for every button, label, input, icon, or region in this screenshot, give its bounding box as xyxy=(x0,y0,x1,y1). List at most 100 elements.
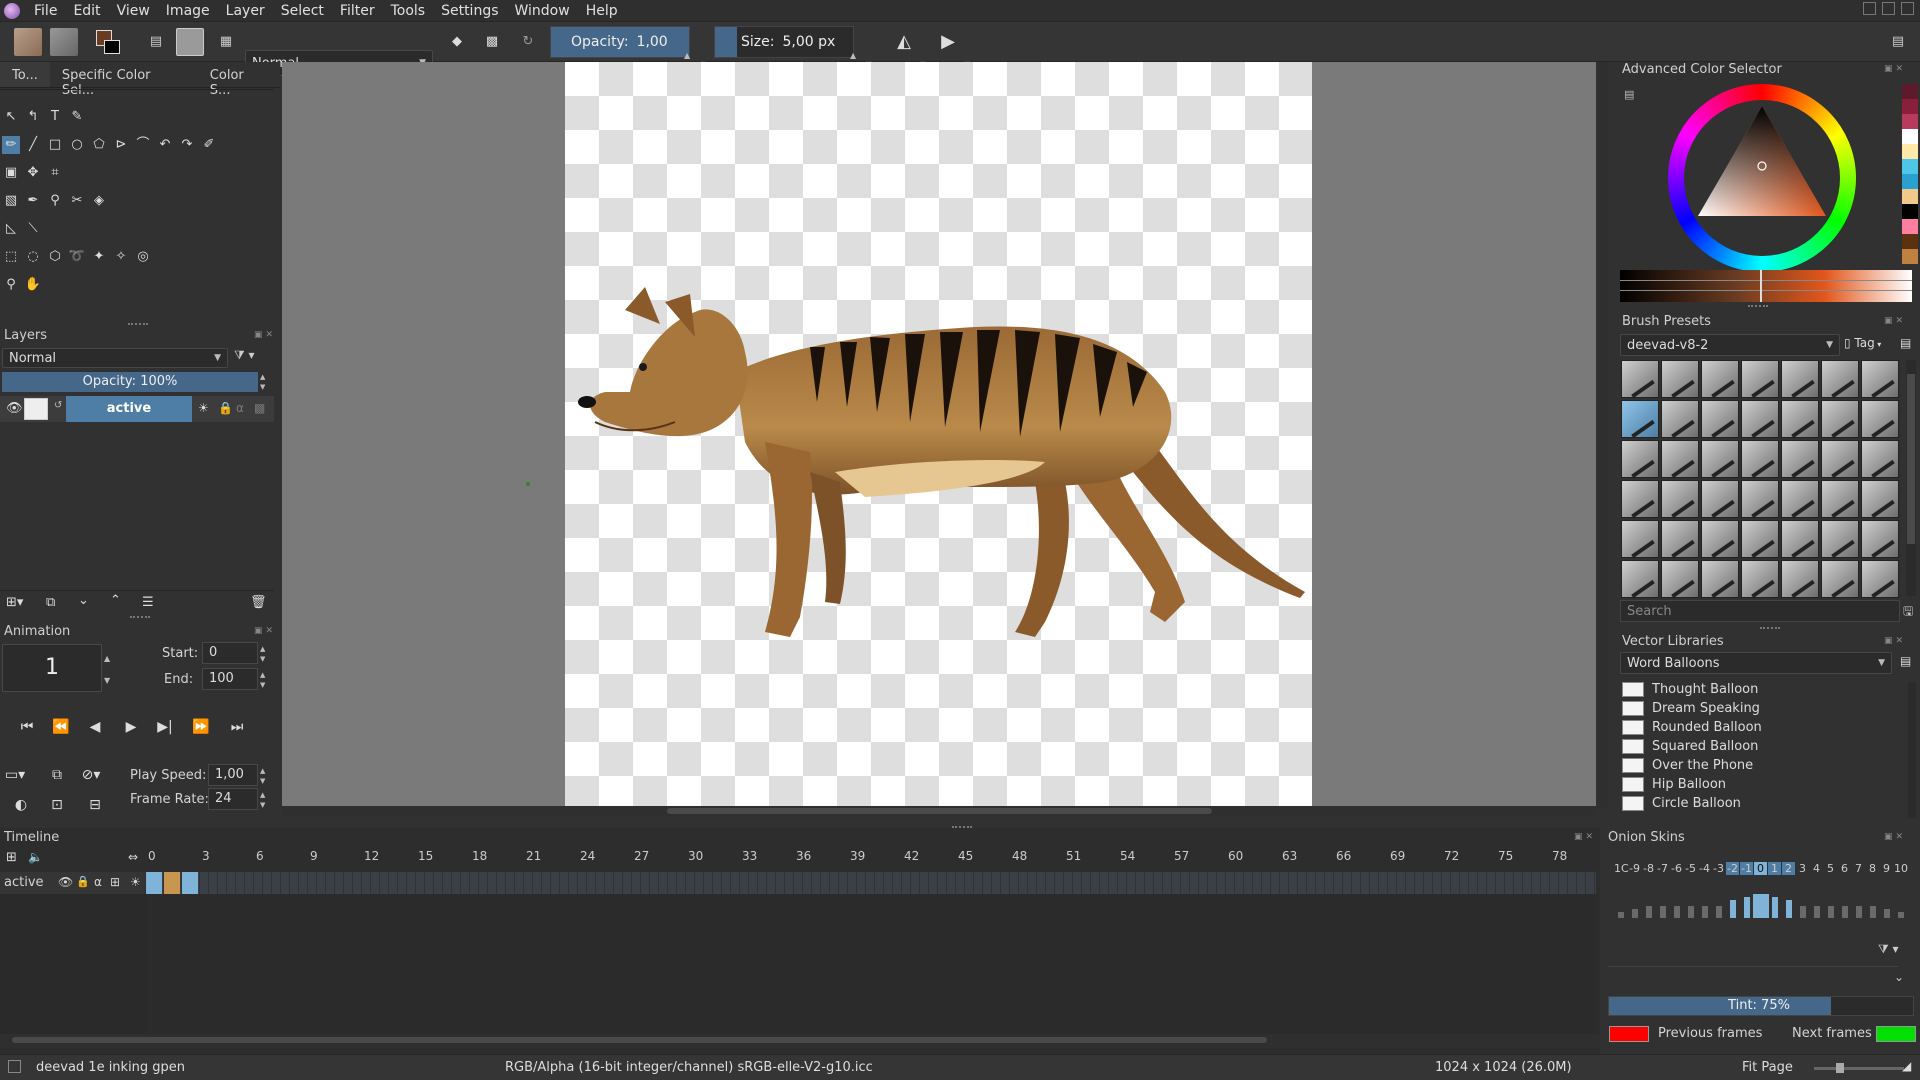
onion-frame-number[interactable]: -1 xyxy=(1740,862,1753,875)
dock-float-close-icon[interactable]: ▣✕ xyxy=(254,330,276,340)
visibility-eye-icon[interactable]: 👁 xyxy=(58,875,73,889)
brush-preset-thumb[interactable] xyxy=(1781,400,1819,438)
multibrush-tool-icon[interactable]: ✐ xyxy=(200,136,218,154)
tab-specific-color-selector[interactable]: Specific Color Sel... xyxy=(50,62,198,98)
brush-preset-thumb[interactable] xyxy=(1621,400,1659,438)
vector-item[interactable]: Squared Balloon xyxy=(1622,737,1902,756)
brush-preset-thumb[interactable] xyxy=(1621,480,1659,518)
keyframe-2[interactable] xyxy=(182,872,198,894)
tag-button[interactable]: ▯ Tag ▾ xyxy=(1844,336,1881,350)
onion-frame-number[interactable]: 9 xyxy=(1880,862,1893,875)
palette-swatch[interactable] xyxy=(1902,84,1918,99)
lock-icon[interactable]: 🔒 xyxy=(76,875,90,888)
text-tool-icon[interactable]: T xyxy=(46,108,64,126)
zoom-tool-icon[interactable]: ⚲ xyxy=(2,276,20,294)
gradient-swatch-icon[interactable] xyxy=(14,28,42,56)
onion-frame-number[interactable]: -9 xyxy=(1628,862,1641,875)
brush-preset-thumb[interactable] xyxy=(1661,360,1699,398)
scrollbar-thumb[interactable] xyxy=(667,808,1212,814)
palette-swatch[interactable] xyxy=(1902,99,1918,114)
dock-float-close-icon[interactable]: ▣✕ xyxy=(1884,636,1906,646)
add-layer-icon[interactable]: ⊞ xyxy=(6,850,17,865)
select-shapes-tool-icon[interactable]: ↖ xyxy=(2,108,20,126)
dock-float-close-icon[interactable]: ▣✕ xyxy=(1884,832,1906,842)
tab-tools[interactable]: To... xyxy=(0,62,50,87)
keyframe-0[interactable] xyxy=(146,872,162,894)
menu-tools[interactable]: Tools xyxy=(383,3,434,19)
brush-preset-thumb[interactable] xyxy=(1821,400,1859,438)
canvas-vscrollbar[interactable] xyxy=(1598,62,1608,808)
brush-preset-thumb[interactable] xyxy=(1861,440,1899,478)
brush-preset-thumb[interactable] xyxy=(1621,520,1659,558)
document-canvas[interactable] xyxy=(565,62,1312,808)
lock-icon[interactable]: 🔒 xyxy=(218,401,233,415)
scrollbar-thumb[interactable] xyxy=(1907,374,1915,544)
onion-opacity-bar[interactable] xyxy=(1702,906,1708,918)
zoom-slider[interactable] xyxy=(1814,1063,1904,1073)
brush-preset-thumb[interactable] xyxy=(1701,480,1739,518)
brush-preset-thumb[interactable] xyxy=(1701,560,1739,598)
palette-swatch[interactable] xyxy=(1902,204,1918,219)
opacity-slider[interactable]: Opacity: 1,00 xyxy=(550,26,690,58)
play-speed-input[interactable]: 1,00 xyxy=(208,764,258,786)
palette-swatch[interactable] xyxy=(1902,219,1918,234)
onion-frame-number[interactable]: 5 xyxy=(1824,862,1837,875)
line-tool-icon[interactable]: ╱ xyxy=(24,136,42,154)
alpha-lock-icon[interactable]: α xyxy=(236,401,244,415)
brush-preset-thumb[interactable] xyxy=(1781,440,1819,478)
vector-item[interactable]: Hip Balloon xyxy=(1622,775,1902,794)
onion-opacity-bar[interactable] xyxy=(1618,912,1624,918)
menu-view[interactable]: View xyxy=(109,3,158,19)
auto-frame-icon[interactable]: ⊡ xyxy=(46,794,68,816)
onion-frame-number[interactable]: -6 xyxy=(1670,862,1683,875)
palette-swatch[interactable] xyxy=(1902,234,1918,249)
filter-icon[interactable]: ⧩ ▾ xyxy=(234,348,255,363)
timeline-hscrollbar[interactable] xyxy=(0,1034,1600,1048)
brush-preset-thumb[interactable] xyxy=(1861,520,1899,558)
inherit-alpha-icon[interactable]: ⊞ xyxy=(110,875,120,889)
vector-library-select[interactable]: Word Balloons ▼ xyxy=(1620,652,1892,674)
edit-shapes-tool-icon[interactable]: ↰ xyxy=(24,108,42,126)
brush-preset-thumb[interactable] xyxy=(1821,480,1859,518)
onion-skin-slider-row[interactable]: 1C -9 -8 -7 -6 -5 -4 -3 -2 -1 0 1 2 3 4 5 6 7 8 9 10 xyxy=(1614,862,1918,922)
smart-patch-tool-icon[interactable]: ✂ xyxy=(68,192,86,210)
contiguous-select-tool-icon[interactable]: ✦ xyxy=(90,248,108,266)
tab-color-selector[interactable]: Color S... xyxy=(198,62,280,98)
brush-preset-thumb[interactable] xyxy=(1781,480,1819,518)
color-space-label[interactable]: RGB/Alpha (16-bit integer/channel) sRGB-… xyxy=(505,1060,873,1075)
brush-preset-thumb[interactable] xyxy=(1661,560,1699,598)
onion-opacity-bar[interactable] xyxy=(1814,906,1820,918)
onion-frame-number[interactable]: -8 xyxy=(1642,862,1655,875)
last-frame-icon[interactable]: ⏭ xyxy=(226,716,248,738)
previous-frame-icon[interactable]: ◀ xyxy=(84,716,106,738)
brush-preset-thumb[interactable] xyxy=(1701,440,1739,478)
onion-opacity-bar[interactable] xyxy=(1632,909,1638,918)
splitter-handle[interactable] xyxy=(128,323,148,325)
next-frames-color[interactable] xyxy=(1876,1026,1916,1042)
chevron-down-icon[interactable]: ⌄ xyxy=(1894,970,1904,984)
onion-opacity-bar[interactable] xyxy=(1716,906,1722,918)
brush-view-options-icon[interactable]: ▤ xyxy=(1900,336,1911,350)
freehand-path-tool-icon[interactable]: ↶ xyxy=(156,136,174,154)
dock-float-close-icon[interactable]: ▣✕ xyxy=(1574,832,1596,842)
minimize-icon[interactable] xyxy=(1863,2,1876,15)
brush-preset-thumb[interactable] xyxy=(1821,520,1859,558)
end-frame-input[interactable]: 100 xyxy=(202,668,258,690)
onion-opacity-bar[interactable] xyxy=(1744,897,1750,918)
transform-tool-icon[interactable]: ▣ xyxy=(2,164,20,182)
vector-item[interactable]: Over the Phone xyxy=(1622,756,1902,775)
fg-bg-color-icon[interactable] xyxy=(94,28,122,56)
mirror-vertical-icon[interactable]: ▶ xyxy=(934,28,962,56)
zoom-timeline-icon[interactable]: ⇔ xyxy=(128,850,138,864)
onion-skin-toggle-icon[interactable]: ☀ xyxy=(130,875,141,889)
onion-frame-number[interactable]: 7 xyxy=(1852,862,1865,875)
menu-layer[interactable]: Layer xyxy=(218,3,273,19)
scrollbar-thumb[interactable] xyxy=(12,1037,1267,1043)
frame-spin-icon[interactable]: ▲ ▼ xyxy=(104,648,110,692)
play-icon[interactable]: ▶ xyxy=(120,716,142,738)
brush-preset-thumb[interactable] xyxy=(1621,360,1659,398)
onion-opacity-bar[interactable] xyxy=(1870,906,1876,918)
start-spin-icon[interactable]: ▲ ▼ xyxy=(260,644,265,664)
delete-layer-icon[interactable]: 🗑 xyxy=(250,595,267,610)
onion-frame-number[interactable]: -5 xyxy=(1684,862,1697,875)
